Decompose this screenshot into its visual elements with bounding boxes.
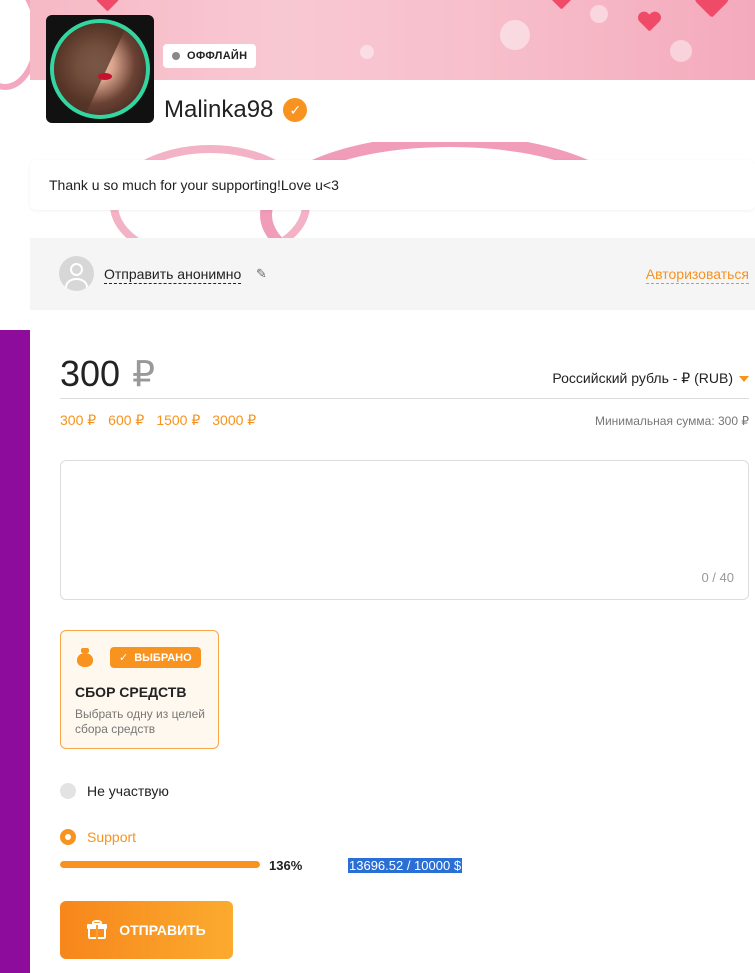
preset-amount[interactable]: 600 ₽	[108, 412, 144, 429]
message-textarea[interactable]: 0 / 40	[60, 460, 749, 600]
heart-icon	[695, 0, 728, 22]
banner-bubble	[590, 5, 608, 23]
user-avatar-icon	[59, 256, 94, 291]
donation-panel: Отправить анонимно ✎ Авторизоваться 300 …	[30, 238, 755, 973]
avatar-photo	[50, 19, 150, 119]
heart-icon	[96, 0, 118, 14]
fundraising-description: Выбрать одну из целей сбора средств	[75, 707, 205, 736]
money-bag-icon	[75, 648, 95, 668]
banner-bubble	[670, 40, 692, 62]
fundraising-card[interactable]: ✓ ВЫБРАНО СБОР СРЕДСТВ Выбрать одну из ц…	[60, 630, 219, 749]
sender-bar: Отправить анонимно ✎ Авторизоваться	[30, 238, 755, 310]
banner-bubble	[360, 45, 374, 59]
goal-progress-fill	[60, 861, 260, 868]
chevron-down-icon	[739, 375, 749, 382]
radio-unselected-icon	[60, 783, 76, 799]
send-anonymous-link[interactable]: Отправить анонимно	[104, 266, 242, 284]
goal-option-label: Не участвую	[87, 783, 169, 799]
check-icon: ✓	[119, 652, 129, 664]
profile-message-text: Thank u so much for your supporting!Love…	[49, 177, 339, 193]
money-bag-sack	[77, 653, 93, 667]
avatar-lips	[98, 73, 112, 80]
fundraising-title: СБОР СРЕДСТВ	[75, 684, 187, 700]
goal-progress-percent: 136%	[269, 858, 303, 873]
selected-badge-label: ВЫБРАНО	[134, 651, 192, 664]
preset-amount[interactable]: 300 ₽	[60, 412, 96, 429]
selected-badge: ✓ ВЫБРАНО	[110, 647, 201, 668]
goal-option-label: Support	[87, 829, 137, 845]
login-link[interactable]: Авторизоваться	[645, 266, 749, 284]
status-dot-icon	[172, 52, 180, 60]
user-avatar-body	[65, 278, 88, 291]
gift-bow	[92, 920, 103, 925]
amount-divider	[60, 398, 749, 399]
avatar[interactable]	[46, 15, 154, 123]
banner-bubble	[500, 20, 530, 50]
avatar-hair	[54, 23, 125, 115]
status-badge: ОФФЛАЙН	[163, 44, 257, 68]
amount-value: 300	[60, 353, 121, 394]
min-sum-note: Минимальная сумма: 300 ₽	[594, 414, 749, 428]
profile-message: Thank u so much for your supporting!Love…	[30, 160, 755, 210]
amount-currency: ₽	[132, 353, 155, 394]
send-button[interactable]: ОТПРАВИТЬ	[60, 901, 233, 959]
status-label: ОФФЛАЙН	[187, 50, 248, 62]
username: Malinka98	[164, 96, 274, 123]
pencil-icon[interactable]: ✎	[256, 267, 270, 281]
goal-option-support[interactable]: Support	[60, 829, 136, 845]
char-counter: 0 / 40	[701, 570, 734, 585]
verified-check-icon: ✓	[283, 98, 308, 122]
gift-icon	[87, 920, 108, 940]
heart-icon	[638, 12, 660, 34]
radio-selected-icon	[60, 829, 76, 845]
user-avatar-head	[70, 263, 83, 276]
currency-select[interactable]: Российский рубль - ₽ (RUB)	[552, 370, 749, 387]
heart-icon	[550, 0, 572, 12]
send-button-label: ОТПРАВИТЬ	[119, 922, 206, 938]
amount-presets: 300 ₽ 600 ₽ 1500 ₽ 3000 ₽	[60, 412, 256, 429]
goal-option-none[interactable]: Не участвую	[60, 783, 169, 799]
page-title: Malinka98 ✓	[164, 96, 308, 124]
goal-totals: 13696.52 / 10000 $	[348, 858, 463, 873]
preset-amount[interactable]: 3000 ₽	[212, 412, 256, 429]
currency-label: Российский рубль - ₽ (RUB)	[552, 370, 733, 386]
side-decoration-strip	[0, 330, 30, 973]
preset-amount[interactable]: 1500 ₽	[156, 412, 200, 429]
goal-progress-bar	[60, 861, 260, 868]
amount-input[interactable]: 300 ₽	[60, 353, 155, 395]
